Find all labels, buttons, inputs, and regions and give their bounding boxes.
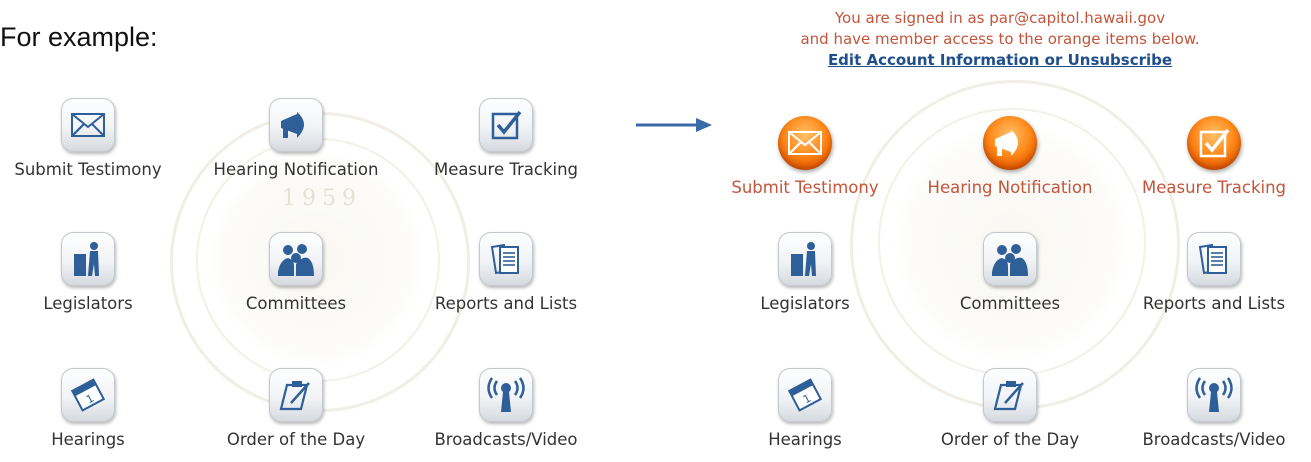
- checkbox-icon[interactable]: [1187, 116, 1241, 170]
- right-tile-committees[interactable]: Committees: [920, 232, 1100, 324]
- arrow-right-icon: [636, 118, 712, 132]
- left-tile-hearings[interactable]: 1 Hearings: [0, 368, 178, 460]
- left-tile-broadcasts-video[interactable]: Broadcasts/Video: [416, 368, 596, 460]
- tile-label[interactable]: Hearing Notification: [206, 160, 386, 179]
- tile-label[interactable]: Legislators: [0, 294, 178, 313]
- right-tile-hearing-notification[interactable]: Hearing Notification: [920, 116, 1100, 208]
- tile-label[interactable]: Order of the Day: [206, 430, 386, 449]
- right-tile-legislators[interactable]: Legislators: [715, 232, 895, 324]
- tile-label[interactable]: Legislators: [715, 294, 895, 313]
- tile-label[interactable]: Committees: [920, 294, 1100, 313]
- left-tile-reports-and-lists[interactable]: Reports and Lists: [416, 232, 596, 324]
- broadcast-antenna-icon[interactable]: [1187, 368, 1241, 422]
- left-tile-committees[interactable]: Committees: [206, 232, 386, 324]
- left-tile-legislators[interactable]: Legislators: [0, 232, 178, 324]
- committee-people-icon[interactable]: [269, 232, 323, 286]
- megaphone-icon[interactable]: [983, 116, 1037, 170]
- megaphone-icon[interactable]: [269, 98, 323, 152]
- committee-people-icon[interactable]: [983, 232, 1037, 286]
- right-tile-measure-tracking[interactable]: Measure Tracking: [1124, 116, 1304, 208]
- legislator-podium-icon[interactable]: [778, 232, 832, 286]
- edit-account-link[interactable]: Edit Account Information or Unsubscribe: [828, 51, 1172, 69]
- documents-icon[interactable]: [479, 232, 533, 286]
- broadcast-antenna-icon[interactable]: [479, 368, 533, 422]
- documents-icon[interactable]: [1187, 232, 1241, 286]
- tile-label[interactable]: Order of the Day: [920, 430, 1100, 449]
- tile-label[interactable]: Measure Tracking: [1124, 178, 1304, 197]
- legislator-podium-icon[interactable]: [61, 232, 115, 286]
- tile-label[interactable]: Broadcasts/Video: [416, 430, 596, 449]
- tile-label[interactable]: Broadcasts/Video: [1124, 430, 1304, 449]
- right-tile-order-of-the-day[interactable]: Order of the Day: [920, 368, 1100, 460]
- tile-label[interactable]: Submit Testimony: [715, 178, 895, 197]
- left-tile-order-of-the-day[interactable]: Order of the Day: [206, 368, 386, 460]
- right-tile-broadcasts-video[interactable]: Broadcasts/Video: [1124, 368, 1304, 460]
- clipboard-pen-icon[interactable]: [983, 368, 1037, 422]
- right-tile-hearings[interactable]: 1 Hearings: [715, 368, 895, 460]
- left-tile-submit-testimony[interactable]: Submit Testimony: [0, 98, 178, 190]
- left-tile-measure-tracking[interactable]: Measure Tracking: [416, 98, 596, 190]
- intro-text: For example:: [0, 22, 158, 52]
- tile-label[interactable]: Hearings: [0, 430, 178, 449]
- tile-label[interactable]: Reports and Lists: [416, 294, 596, 313]
- checkbox-icon[interactable]: [479, 98, 533, 152]
- signed-in-line: You are signed in as par@capitol.hawaii.…: [834, 9, 1166, 27]
- right-tile-reports-and-lists[interactable]: Reports and Lists: [1124, 232, 1304, 324]
- tile-label[interactable]: Reports and Lists: [1124, 294, 1304, 313]
- tile-label[interactable]: Committees: [206, 294, 386, 313]
- tile-label[interactable]: Submit Testimony: [0, 160, 178, 179]
- member-access-line: and have member access to the orange ite…: [800, 30, 1200, 48]
- calendar-icon[interactable]: 1: [778, 368, 832, 422]
- sign-in-message: You are signed in as par@capitol.hawaii.…: [690, 8, 1310, 71]
- tile-label[interactable]: Measure Tracking: [416, 160, 596, 179]
- envelope-icon[interactable]: [61, 98, 115, 152]
- calendar-icon[interactable]: 1: [61, 368, 115, 422]
- right-tile-submit-testimony[interactable]: Submit Testimony: [715, 116, 895, 208]
- envelope-icon[interactable]: [778, 116, 832, 170]
- tile-label[interactable]: Hearings: [715, 430, 895, 449]
- clipboard-pen-icon[interactable]: [269, 368, 323, 422]
- left-tile-hearing-notification[interactable]: Hearing Notification: [206, 98, 386, 190]
- tile-label[interactable]: Hearing Notification: [920, 178, 1100, 197]
